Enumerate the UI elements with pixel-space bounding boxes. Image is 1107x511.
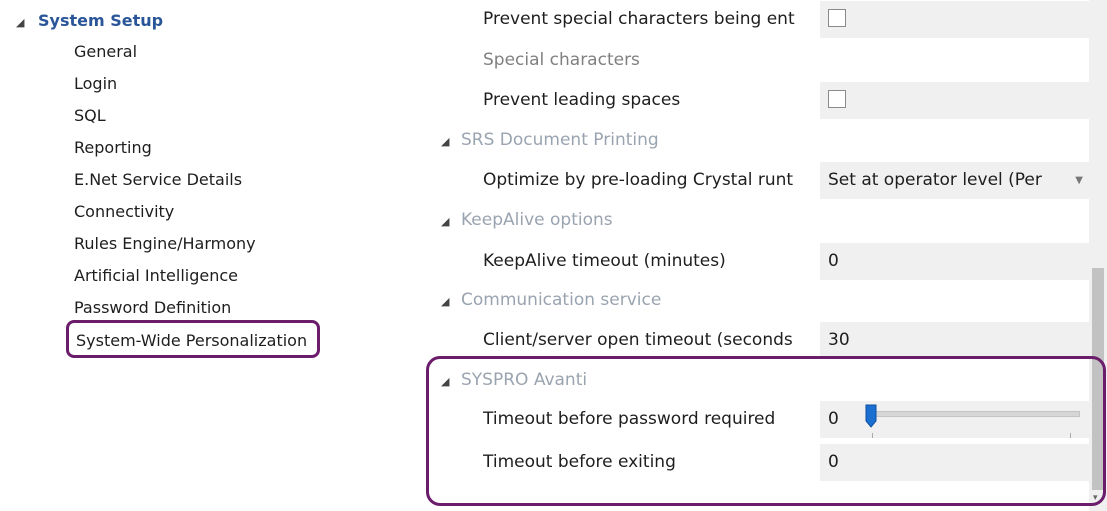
property-value [820,82,1089,119]
property-row-prevent-leading-spaces: Prevent leading spaces [427,82,1089,119]
property-value [820,42,1089,79]
property-row-keepalive-timeout: KeepAlive timeout (minutes) 0 [427,243,1089,280]
settings-tree: ◢ System Setup General Login SQL Reportin… [0,0,427,511]
collapse-arrow-icon[interactable]: ◢ [441,123,461,160]
tree-item-artificial-intelligence[interactable]: Artificial Intelligence [74,262,238,290]
tree-root-label: System Setup [38,11,164,30]
prevent-leading-checkbox[interactable] [828,89,846,108]
optimize-crystal-dropdown[interactable]: Set at operator level (Per ▼ [820,162,1089,199]
category-srs-document-printing[interactable]: ◢ SRS Document Printing [441,122,659,159]
property-name: Client/server open timeout (seconds [483,330,793,350]
tree-item-password-definition[interactable]: Password Definition [74,294,231,322]
dropdown-arrow-icon[interactable]: ▼ [1075,162,1083,199]
property-grid: Prevent special characters being ent Spe… [427,0,1107,511]
category-syspro-avanti[interactable]: ◢ SYSPRO Avanti [441,362,587,399]
tree-item-system-wide-personalization[interactable]: System-Wide Personalization [66,320,321,358]
property-row-timeout-exiting: Timeout before exiting 0 [427,444,1089,481]
property-name: Optimize by pre-loading Crystal runt [483,170,794,190]
tree-item-enet-service-details[interactable]: E.Net Service Details [74,166,242,194]
property-name: Prevent special characters being ent [483,9,795,29]
property-name: Timeout before exiting [483,452,676,472]
property-row-special-characters: Special characters [427,42,1089,79]
timeout-password-value: 0 [820,401,1089,438]
property-row-client-server-timeout: Client/server open timeout (seconds 30 [427,322,1089,359]
category-label: KeepAlive options [461,210,613,230]
category-communication-service[interactable]: ◢ Communication service [441,282,661,319]
property-name: Special characters [483,50,640,70]
collapse-arrow-icon[interactable]: ◢ [16,10,38,36]
tree-item-connectivity[interactable]: Connectivity [74,198,174,226]
slider-tick [1070,433,1071,438]
tree-item-reporting[interactable]: Reporting [74,134,152,162]
scroll-down-arrow-icon[interactable]: ▾ [1093,493,1098,503]
property-row-optimize-crystal: Optimize by pre-loading Crystal runt Set… [427,162,1089,199]
category-label: Communication service [461,290,662,310]
property-row-timeout-password: Timeout before password required 0 [427,401,1089,438]
property-name: KeepAlive timeout (minutes) [483,251,726,271]
tree-item-general[interactable]: General [74,38,137,66]
tree-item-sql[interactable]: SQL [74,102,106,130]
timeout-exiting-input[interactable]: 0 [820,444,1089,481]
category-keepalive-options[interactable]: ◢ KeepAlive options [441,202,613,239]
tree-item-rules-engine-harmony[interactable]: Rules Engine/Harmony [74,230,256,258]
property-value [820,1,1089,38]
timeout-password-slider-track[interactable] [870,411,1080,417]
client-server-timeout-input[interactable]: 30 [820,322,1089,359]
scrollbar-thumb[interactable] [1092,268,1104,490]
prevent-special-checkbox[interactable] [828,8,846,27]
category-label: SRS Document Printing [461,130,659,150]
dropdown-value: Set at operator level (Per [828,170,1042,190]
category-label: SYSPRO Avanti [461,370,588,390]
collapse-arrow-icon[interactable]: ◢ [441,203,461,240]
slider-tick [872,433,873,438]
collapse-arrow-icon[interactable]: ◢ [441,363,461,400]
collapse-arrow-icon[interactable]: ◢ [441,283,461,320]
tree-node-system-setup[interactable]: ◢ System Setup [16,8,163,34]
property-name: Prevent leading spaces [483,90,681,110]
property-name: Timeout before password required [483,409,776,429]
timeout-password-slider-thumb[interactable] [865,404,877,428]
property-row-prevent-special: Prevent special characters being ent [427,1,1089,38]
keepalive-timeout-input[interactable]: 0 [820,243,1089,280]
tree-item-login[interactable]: Login [74,70,117,98]
